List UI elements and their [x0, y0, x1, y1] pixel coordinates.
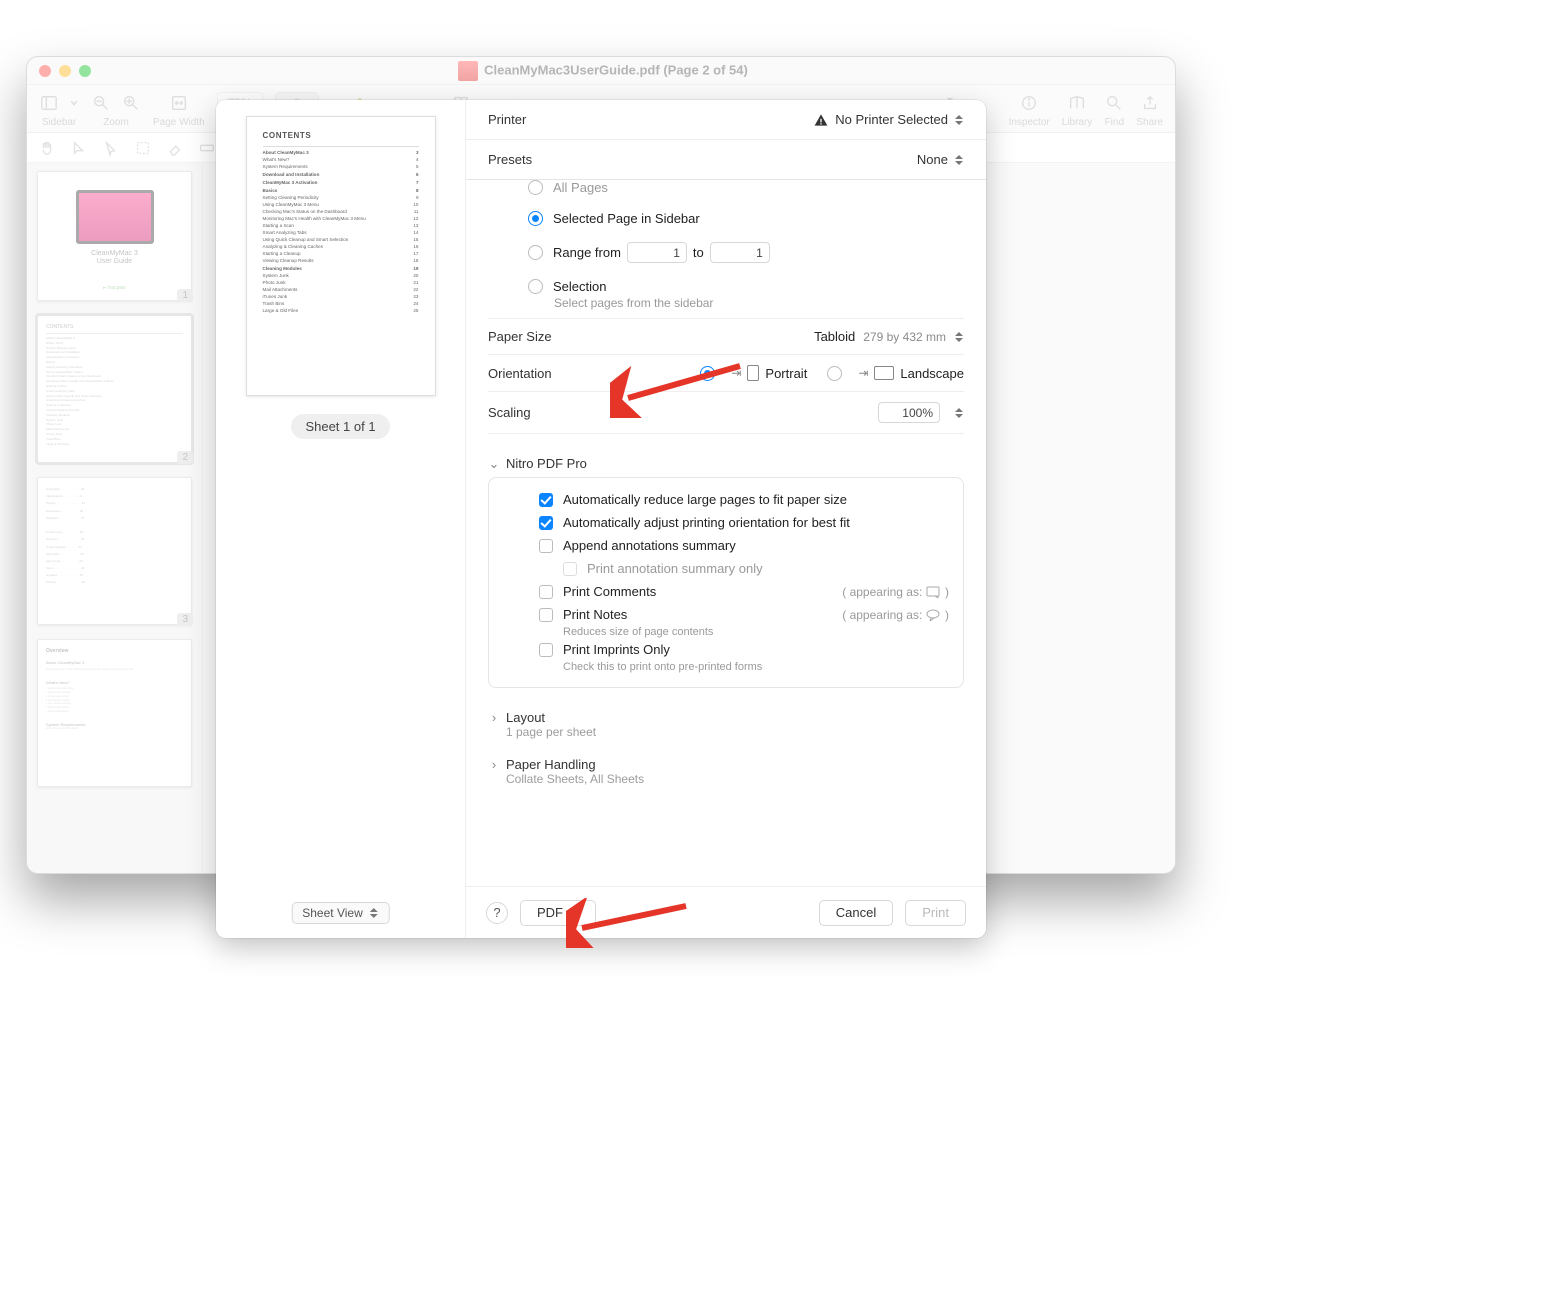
- speech-bubble-icon: [926, 609, 942, 621]
- print-preview-page: CONTENTS About CleanMyMac 33What's New?4…: [246, 116, 436, 396]
- opt-auto-orient[interactable]: Automatically adjust printing orientatio…: [503, 511, 949, 534]
- document-proxy-icon: [458, 61, 478, 81]
- pages-range-option[interactable]: Range from to: [488, 234, 964, 271]
- window-titlebar: CleanMyMac3UserGuide.pdf (Page 2 of 54): [27, 57, 1175, 85]
- chevron-down-icon: ⌄: [570, 907, 578, 918]
- orientation-landscape[interactable]: ⇥Landscape: [827, 366, 964, 381]
- nitro-section-header[interactable]: ⌄Nitro PDF Pro: [488, 448, 964, 471]
- zoom-out-icon: [91, 94, 111, 112]
- scaling-row: Scaling: [488, 391, 964, 434]
- share-button[interactable]: Share: [1136, 91, 1163, 128]
- sheet-counter: Sheet 1 of 1: [291, 414, 389, 439]
- print-preview-pane: CONTENTS About CleanMyMac 33What's New?4…: [216, 100, 466, 938]
- stepper-icon[interactable]: [954, 408, 964, 418]
- pages-selected-option[interactable]: Selected Page in Sidebar: [488, 203, 964, 234]
- opt-imprints[interactable]: Print Imprints Only: [503, 638, 949, 661]
- sidebar-toggle[interactable]: Sidebar: [39, 91, 79, 128]
- pages-selection-option[interactable]: Selection: [488, 271, 964, 294]
- sheet-view-button[interactable]: Sheet View: [291, 902, 390, 924]
- page-width-button[interactable]: Page Width: [153, 91, 205, 128]
- orientation-portrait[interactable]: ⇥Portrait: [700, 365, 807, 381]
- pages-all-option[interactable]: All Pages: [488, 180, 964, 203]
- fullscreen-window-icon[interactable]: [79, 65, 91, 77]
- portrait-icon: [747, 365, 759, 381]
- note-box-icon: [926, 586, 942, 598]
- eraser-icon[interactable]: [165, 139, 185, 157]
- print-button[interactable]: Print: [905, 900, 966, 926]
- chevron-updown-icon: [954, 115, 964, 125]
- paper-handling-hint: Collate Sheets, All Sheets: [488, 772, 964, 786]
- select-area-icon[interactable]: [133, 139, 153, 157]
- paper-size-row[interactable]: Paper Size Tabloid279 by 432 mm: [488, 318, 964, 354]
- info-icon: [1019, 94, 1039, 112]
- layout-hint: 1 page per sheet: [488, 725, 964, 739]
- opt-reduce[interactable]: Automatically reduce large pages to fit …: [503, 488, 949, 511]
- close-window-icon[interactable]: [39, 65, 51, 77]
- layout-section-header[interactable]: ›Layout: [488, 702, 964, 725]
- search-icon: [1104, 94, 1124, 112]
- thumbnail-page-1[interactable]: CleanMyMac 3User Guide ▸ macpaw 1: [37, 171, 192, 301]
- select-text-icon[interactable]: [69, 139, 89, 157]
- dialog-footer: ? PDF ⌄ Cancel Print: [466, 886, 986, 938]
- minimize-window-icon[interactable]: [59, 65, 71, 77]
- window-title: CleanMyMac3UserGuide.pdf (Page 2 of 54): [484, 62, 748, 77]
- chevron-updown-icon: [954, 155, 964, 165]
- thumbnail-page-4[interactable]: Overview About CleanMyMac 3 xxxx xxxxx x…: [37, 639, 192, 787]
- redact-icon[interactable]: [197, 139, 217, 157]
- opt-append-sub: Print annotation summary only: [503, 557, 949, 580]
- selection-hint: Select pages from the sidebar: [488, 294, 964, 318]
- cancel-button[interactable]: Cancel: [819, 900, 893, 926]
- help-button[interactable]: ?: [486, 902, 508, 924]
- presets-row[interactable]: Presets None: [466, 140, 986, 180]
- chevron-right-icon: ›: [488, 712, 500, 724]
- print-dialog: CONTENTS About CleanMyMac 33What's New?4…: [216, 100, 986, 938]
- paper-handling-section-header[interactable]: ›Paper Handling: [488, 749, 964, 772]
- thumbnail-page-2[interactable]: CONTENTS About CleanMyMac 3What's New?Sy…: [37, 315, 192, 463]
- printer-row[interactable]: Printer No Printer Selected: [466, 100, 986, 140]
- range-to-input[interactable]: [710, 242, 770, 263]
- zoom-in-icon: [121, 94, 141, 112]
- chevron-right-icon: ›: [488, 759, 500, 771]
- opt-print-comments[interactable]: Print Comments( appearing as: ): [503, 580, 949, 603]
- opt-append-annotations[interactable]: Append annotations summary: [503, 534, 949, 557]
- range-from-input[interactable]: [627, 242, 687, 263]
- find-button[interactable]: Find: [1104, 91, 1124, 128]
- pdf-menu-button[interactable]: PDF ⌄: [520, 900, 596, 926]
- thumbnail-page-3[interactable]: Uninstaller . . . . . . . . . . . . 30Ma…: [37, 477, 192, 625]
- hand-tool-icon[interactable]: [37, 139, 57, 157]
- select-rect-icon[interactable]: [101, 139, 121, 157]
- library-button[interactable]: Library: [1062, 91, 1093, 128]
- share-icon: [1140, 94, 1160, 112]
- inspector-button[interactable]: Inspector: [1009, 91, 1050, 128]
- imprints-hint: Check this to print onto pre-printed for…: [503, 661, 949, 673]
- chevron-down-icon: ⌄: [488, 458, 500, 470]
- landscape-icon: [874, 366, 894, 380]
- notes-hint: Reduces size of page contents: [503, 626, 949, 638]
- chevron-updown-icon: [954, 332, 964, 342]
- page-thumbnails: CleanMyMac 3User Guide ▸ macpaw 1 CONTEN…: [27, 163, 203, 873]
- scaling-input[interactable]: [878, 402, 940, 423]
- warning-icon: [813, 112, 829, 128]
- opt-print-notes[interactable]: Print Notes( appearing as: ): [503, 603, 949, 626]
- nitro-options: Automatically reduce large pages to fit …: [488, 477, 964, 688]
- library-icon: [1067, 94, 1087, 112]
- orientation-row: Orientation ⇥Portrait ⇥Landscape: [488, 354, 964, 391]
- zoom-controls[interactable]: Zoom: [91, 91, 141, 128]
